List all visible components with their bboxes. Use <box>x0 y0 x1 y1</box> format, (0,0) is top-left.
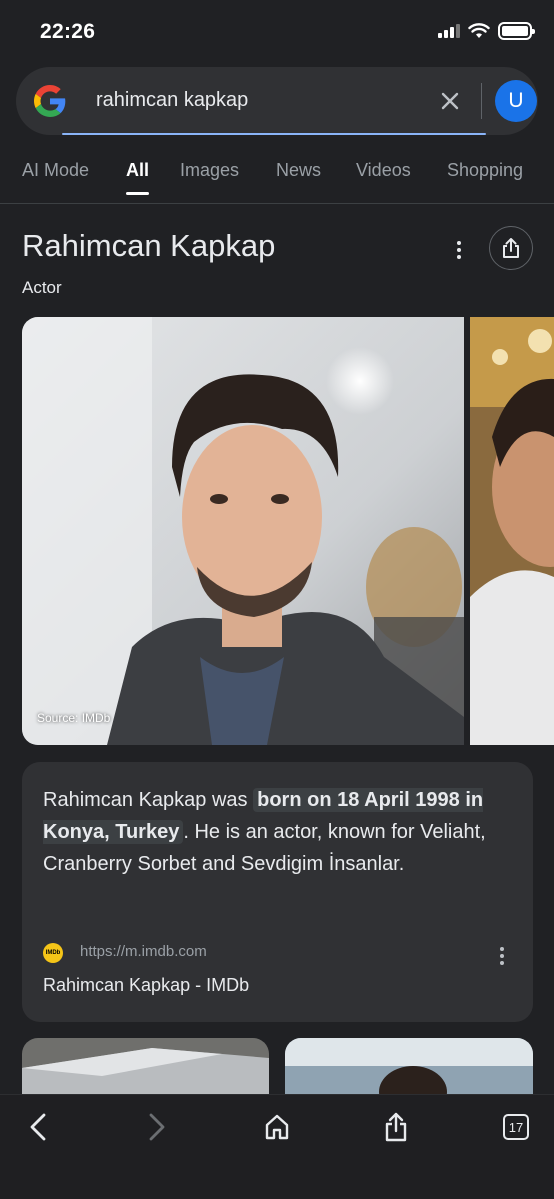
tab-videos[interactable]: Videos <box>356 160 411 181</box>
forward-icon <box>149 1113 165 1141</box>
tab-ai-mode[interactable]: AI Mode <box>22 160 89 181</box>
share-toolbar-icon <box>385 1112 407 1142</box>
clear-icon[interactable] <box>436 87 464 115</box>
share-toolbar-button[interactable] <box>376 1107 416 1147</box>
tab-all[interactable]: All <box>126 160 150 195</box>
entity-photo-secondary[interactable] <box>470 317 554 745</box>
entity-photo-main[interactable]: Source: IMDb <box>22 317 464 745</box>
description-text: Rahimcan Kapkap was born on 18 April 199… <box>43 784 513 880</box>
tabs-icon: 17 <box>503 1114 529 1140</box>
tab-images[interactable]: Images <box>180 160 239 181</box>
page-title: Rahimcan Kapkap <box>22 228 276 263</box>
search-input[interactable]: rahimcan kapkap <box>96 89 248 112</box>
search-tabs: AI Mode All Images News Videos Shopping <box>0 150 554 204</box>
avatar[interactable]: U <box>495 80 537 122</box>
tab-news[interactable]: News <box>276 160 321 181</box>
share-icon <box>503 238 519 258</box>
wifi-icon <box>468 23 490 38</box>
tab-shopping[interactable]: Shopping <box>447 160 523 181</box>
imdb-favicon-icon: IMDb <box>43 943 63 963</box>
source-more-vert-icon[interactable] <box>496 947 508 967</box>
status-time: 22:26 <box>40 20 96 43</box>
status-icons <box>438 22 535 40</box>
forward-button[interactable] <box>137 1107 177 1147</box>
portrait-image <box>22 317 464 745</box>
search-divider <box>481 83 482 119</box>
secondary-image <box>470 317 554 745</box>
home-icon <box>265 1114 289 1140</box>
tabs-button[interactable]: 17 <box>496 1107 536 1147</box>
source-title-link[interactable]: Rahimcan Kapkap - IMDb <box>43 975 249 996</box>
signal-icon <box>438 24 460 38</box>
status-bar: 22:26 <box>0 0 554 62</box>
description-part1: Rahimcan Kapkap was <box>43 789 254 811</box>
back-button[interactable] <box>18 1107 58 1147</box>
source-url[interactable]: https://m.imdb.com <box>80 943 207 960</box>
back-icon <box>30 1113 46 1141</box>
more-vert-icon[interactable] <box>448 238 470 262</box>
home-button[interactable] <box>257 1107 297 1147</box>
battery-icon <box>498 22 535 40</box>
entity-subtitle: Actor <box>22 278 62 297</box>
google-logo-icon <box>34 85 66 117</box>
search-bar[interactable]: rahimcan kapkap U <box>16 67 538 135</box>
browser-toolbar: 17 <box>0 1094 554 1199</box>
share-button[interactable] <box>489 226 533 270</box>
photo-source: Source: IMDb <box>37 711 111 725</box>
description-card: Rahimcan Kapkap was born on 18 April 199… <box>22 762 533 1022</box>
